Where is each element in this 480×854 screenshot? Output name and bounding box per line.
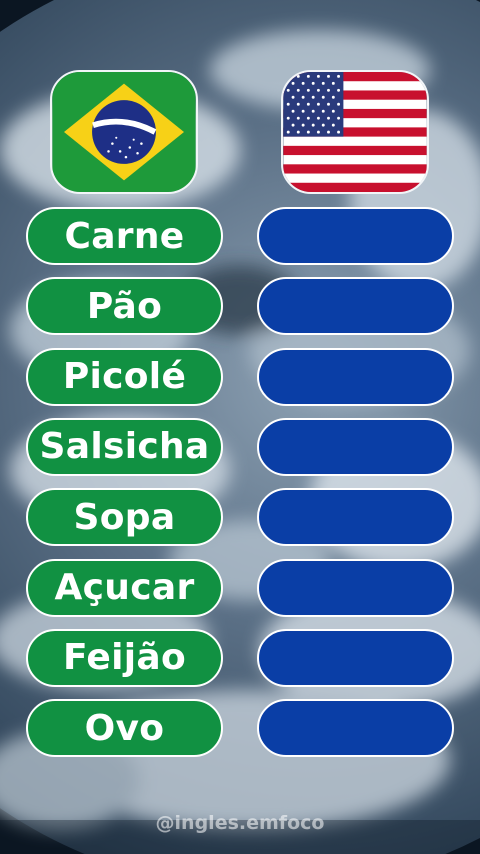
word-row: Ovo bbox=[0, 699, 480, 758]
portuguese-word-pill: Ovo bbox=[26, 699, 223, 758]
word-row: Sopa bbox=[0, 488, 480, 547]
word-row: Carne bbox=[0, 207, 480, 265]
portuguese-word-pill: Carne bbox=[26, 207, 223, 265]
word-row: Açucar bbox=[0, 558, 480, 617]
english-answer-pill bbox=[257, 628, 454, 687]
brazil-flag-icon bbox=[50, 70, 198, 194]
word-row: Feijão bbox=[0, 628, 480, 687]
english-answer-pill bbox=[257, 417, 454, 476]
word-row: Salsicha bbox=[0, 417, 480, 476]
english-answer-pill bbox=[257, 558, 454, 617]
english-answer-pill bbox=[257, 488, 454, 547]
usa-flag-icon bbox=[281, 70, 429, 194]
portuguese-word-pill: Açucar bbox=[26, 558, 223, 617]
word-row: Pão bbox=[0, 277, 480, 336]
word-row: Picolé bbox=[0, 347, 480, 406]
english-answer-pill bbox=[257, 207, 454, 265]
portuguese-word-pill: Feijão bbox=[26, 628, 223, 687]
portuguese-word-pill: Pão bbox=[26, 277, 223, 336]
watermark-handle: @ingles.emfoco bbox=[155, 812, 325, 834]
english-answer-pill bbox=[257, 347, 454, 406]
portuguese-word-pill: Sopa bbox=[26, 488, 223, 547]
portuguese-word-pill: Picolé bbox=[26, 347, 223, 406]
portuguese-word-pill: Salsicha bbox=[26, 417, 223, 476]
english-answer-pill bbox=[257, 277, 454, 336]
english-answer-pill bbox=[257, 699, 454, 758]
